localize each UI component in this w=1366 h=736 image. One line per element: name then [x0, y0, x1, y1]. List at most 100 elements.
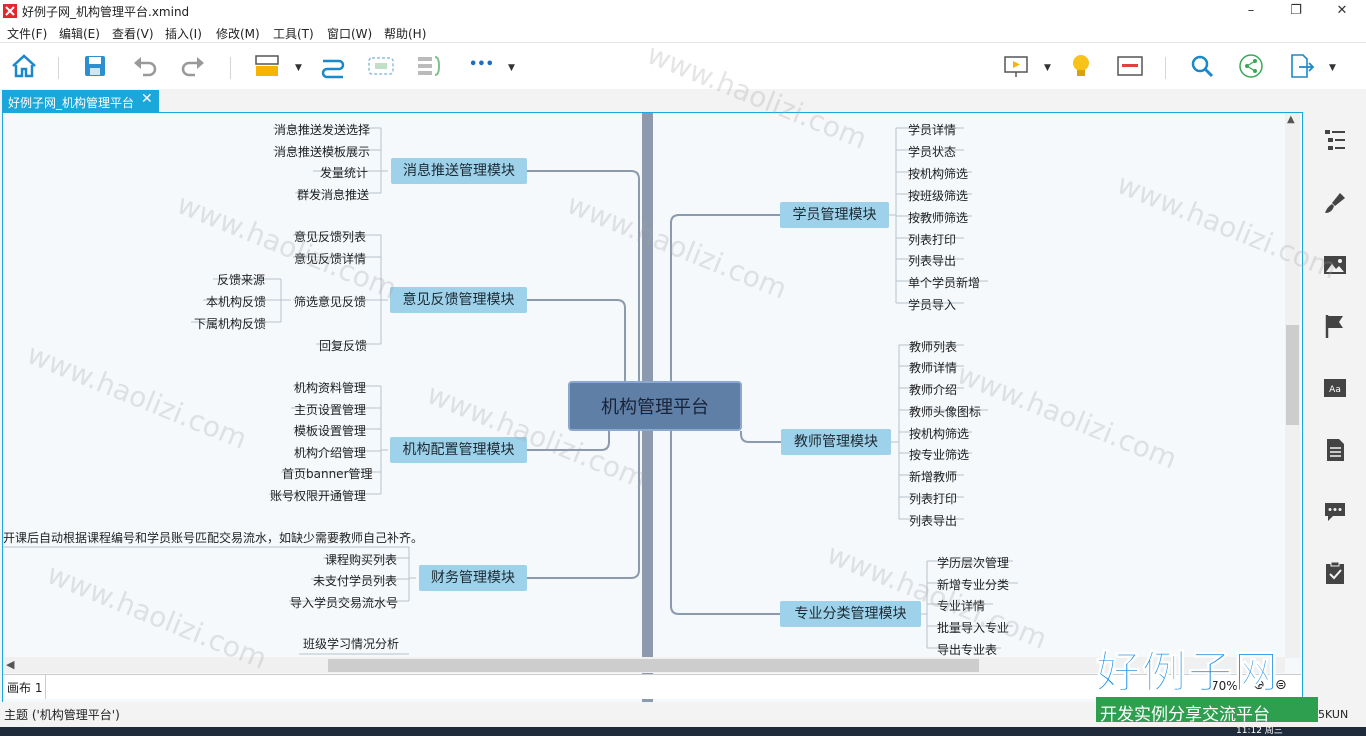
boundary-icon[interactable] [366, 51, 396, 81]
menu-insert[interactable]: 插入(I) [165, 25, 202, 42]
subtopic[interactable]: 学员状态 [908, 143, 956, 160]
subtopic[interactable]: 反馈来源 [217, 271, 265, 288]
chevron-down-icon[interactable]: ▼ [295, 63, 302, 73]
marker-flag-icon[interactable] [1322, 313, 1348, 339]
menu-view[interactable]: 查看(V) [112, 25, 154, 42]
subtopic[interactable]: 班级学习情况分析 [303, 635, 399, 652]
close-tab-icon[interactable]: ✕ [141, 91, 153, 107]
close-button[interactable]: ✕ [1319, 1, 1365, 21]
scroll-left-icon[interactable]: ◀ [6, 658, 14, 671]
subtopic[interactable]: 账号权限开通管理 [270, 487, 366, 504]
task-icon[interactable] [1322, 560, 1348, 586]
menu-edit[interactable]: 编辑(E) [59, 25, 100, 42]
idea-icon[interactable] [1066, 51, 1096, 81]
subtopic[interactable]: 模板设置管理 [294, 422, 366, 439]
subtopic[interactable]: 群发消息推送 [297, 186, 369, 203]
subtopic[interactable]: 教师头像图标 [909, 403, 981, 420]
subtopic[interactable]: 主页设置管理 [294, 401, 366, 418]
subtopic[interactable]: 首页banner管理 [282, 465, 373, 482]
topic-style-icon[interactable] [252, 51, 282, 81]
subtopic[interactable]: 新增教师 [909, 468, 957, 485]
subtopic[interactable]: 学员导入 [908, 296, 956, 313]
topic-feedback[interactable]: 意见反馈管理模块 [390, 287, 527, 313]
more-icon[interactable]: ••• [469, 57, 494, 72]
subtopic[interactable]: 消息推送发送选择 [274, 121, 370, 138]
subtopic[interactable]: 新增专业分类 [937, 576, 1009, 593]
subtopic[interactable]: 专业详情 [937, 597, 985, 614]
central-topic[interactable]: 机构管理平台 [568, 381, 742, 431]
chevron-down-icon[interactable]: ▼ [508, 63, 515, 73]
subtopic[interactable]: 按机构筛选 [909, 425, 969, 442]
export-icon[interactable] [1286, 51, 1316, 81]
subtopic[interactable]: 列表打印 [908, 231, 956, 248]
scroll-up-icon[interactable]: ▲ [1287, 114, 1295, 125]
image-icon[interactable] [1322, 252, 1348, 278]
horizontal-scroll-thumb[interactable] [328, 659, 979, 672]
summary-icon[interactable] [414, 51, 444, 81]
brand-watermark: 好例子网 开发实例分享交流平台 [1092, 636, 1318, 726]
subtopic[interactable]: 回复反馈 [319, 337, 367, 354]
subtopic[interactable]: 列表导出 [908, 252, 956, 269]
sheet-tab[interactable]: 画布 1 [7, 679, 42, 696]
topic-finance[interactable]: 财务管理模块 [419, 565, 527, 591]
search-icon[interactable] [1187, 51, 1217, 81]
menu-file[interactable]: 文件(F) [7, 25, 47, 42]
subtopic[interactable]: 教师详情 [909, 359, 957, 376]
format-brush-icon[interactable] [1322, 190, 1348, 216]
subtopic[interactable]: 筛选意见反馈 [294, 293, 366, 310]
subtopic[interactable]: 意见反馈详情 [294, 250, 366, 267]
topic-config[interactable]: 机构配置管理模块 [390, 437, 527, 463]
subtopic[interactable]: 列表打印 [909, 490, 957, 507]
notes-icon[interactable] [1322, 437, 1348, 463]
undo-icon[interactable] [130, 51, 160, 81]
subtopic[interactable]: 导出专业表 [937, 641, 997, 658]
subtopic[interactable]: 学历层次管理 [937, 554, 1009, 571]
chevron-down-icon[interactable]: ▼ [1044, 63, 1051, 73]
subtopic[interactable]: 教师介绍 [909, 381, 957, 398]
maximize-button[interactable]: ❐ [1273, 1, 1319, 21]
presentation-icon[interactable] [1001, 51, 1031, 81]
redo-icon[interactable] [178, 51, 208, 81]
menu-help[interactable]: 帮助(H) [384, 25, 426, 42]
tab-mindmap[interactable]: 好例子网_机构管理平台 ✕ [2, 90, 159, 112]
topic-message-push[interactable]: 消息推送管理模块 [391, 158, 527, 184]
subtopic[interactable]: 按专业筛选 [909, 446, 969, 463]
subtopic[interactable]: 发量统计 [320, 164, 368, 181]
menu-tools[interactable]: 工具(T) [273, 25, 314, 42]
menu-window[interactable]: 窗口(W) [327, 25, 372, 42]
comments-icon[interactable] [1322, 498, 1348, 524]
subtopic[interactable]: 未支付学员列表 [313, 572, 397, 589]
chevron-down-icon[interactable]: ▼ [1329, 63, 1336, 73]
relationship-icon[interactable] [318, 51, 348, 81]
gantt-icon[interactable] [1115, 51, 1145, 81]
topic-majors[interactable]: 专业分类管理模块 [780, 601, 921, 627]
minimize-button[interactable]: – [1228, 1, 1274, 21]
subtopic[interactable]: 消息推送模板展示 [274, 143, 370, 160]
subtopic[interactable]: 下属机构反馈 [194, 315, 266, 332]
topic-teachers[interactable]: 教师管理模块 [781, 429, 891, 455]
subtopic[interactable]: 课程购买列表 [325, 551, 397, 568]
clock: 11:12 周三 [1236, 727, 1283, 736]
subtopic[interactable]: 按班级筛选 [908, 187, 968, 204]
subtopic[interactable]: 导入学员交易流水号 [290, 594, 398, 611]
subtopic[interactable]: 机构介绍管理 [294, 444, 366, 461]
outline-icon[interactable] [1322, 127, 1348, 153]
subtopic[interactable]: 机构资料管理 [294, 379, 366, 396]
subtopic[interactable]: 列表导出 [909, 512, 957, 529]
share-icon[interactable] [1236, 51, 1266, 81]
text-style-icon[interactable]: Aa [1322, 375, 1348, 401]
subtopic[interactable]: 教师列表 [909, 338, 957, 355]
subtopic[interactable]: 按教师筛选 [908, 209, 968, 226]
menu-modify[interactable]: 修改(M) [216, 25, 260, 42]
subtopic[interactable]: 学员详情 [908, 121, 956, 138]
subtopic[interactable]: 意见反馈列表 [294, 228, 366, 245]
home-icon[interactable] [9, 51, 39, 81]
subtopic[interactable]: 本机构反馈 [206, 293, 266, 310]
topic-students[interactable]: 学员管理模块 [780, 202, 889, 228]
subtopic[interactable]: 单个学员新增 [908, 274, 980, 291]
mindmap-canvas[interactable]: 机构管理平台 消息推送管理模块 意见反馈管理模块 机构配置管理模块 财务管理模块… [2, 112, 1303, 703]
subtopic[interactable]: 按机构筛选 [908, 165, 968, 182]
vertical-scroll-thumb[interactable] [1286, 325, 1299, 425]
subtopic[interactable]: 批量导入专业 [937, 619, 1009, 636]
save-icon[interactable] [80, 51, 110, 81]
